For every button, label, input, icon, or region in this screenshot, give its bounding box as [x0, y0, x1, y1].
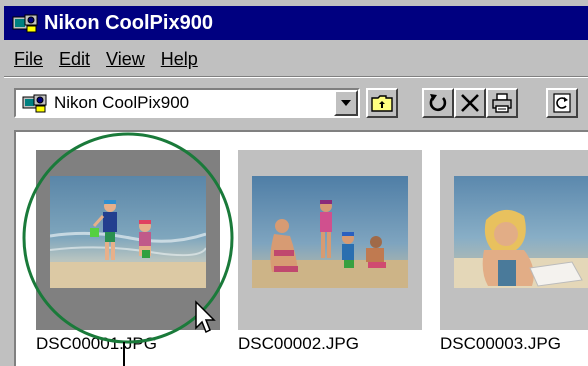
menu-view[interactable]: View [106, 49, 145, 70]
menu-bar: File Edit View Help [4, 42, 588, 77]
photo-thumbnail-beach-children [50, 176, 206, 288]
location-dropdown[interactable]: Nikon CoolPix900 [14, 88, 360, 118]
menu-file-label: File [14, 48, 44, 69]
menu-edit[interactable]: Edit [59, 49, 90, 70]
thumbnail-filename: DSC00002.JPG [238, 334, 359, 353]
title-bar[interactable]: Nikon CoolPix900 [4, 6, 588, 40]
camera-app-icon [12, 14, 38, 33]
menu-help[interactable]: Help [161, 49, 198, 70]
chevron-down-icon [341, 100, 351, 106]
location-value: Nikon CoolPix900 [54, 93, 190, 112]
app-window: Nikon CoolPix900 File Edit View Help Nik… [0, 0, 588, 366]
delete-button[interactable] [454, 88, 486, 118]
thumbnail-item[interactable] [238, 150, 422, 330]
camera-drive-icon [22, 94, 47, 113]
up-folder-button[interactable] [366, 88, 398, 118]
undo-icon [429, 94, 447, 112]
photo-thumbnail-girl-reading [454, 176, 588, 288]
thumbnail-filename: DSC00001.JPG [36, 334, 157, 353]
menu-help-label: Help [160, 48, 198, 69]
print-button[interactable] [486, 88, 518, 118]
window-title: Nikon CoolPix900 [44, 11, 213, 34]
refresh-icon [553, 93, 571, 113]
photo-thumbnail-family-beach [252, 176, 408, 288]
menu-file[interactable]: File [14, 49, 43, 70]
undo-button[interactable] [422, 88, 454, 118]
menu-edit-label: Edit [59, 48, 91, 69]
toolbar: Nikon CoolPix900 [4, 80, 588, 124]
thumbnail-view[interactable]: DSC00001.JPG DSC00002.JPG DSC00003.JPG [14, 130, 588, 366]
menu-view-label: View [106, 48, 145, 69]
refresh-button[interactable] [546, 88, 578, 118]
up-folder-icon [371, 95, 393, 112]
thumbnail-item[interactable] [36, 150, 220, 330]
print-icon [492, 93, 512, 113]
delete-icon [461, 94, 479, 112]
thumbnail-item[interactable] [440, 150, 588, 330]
dropdown-arrow-button[interactable] [334, 90, 358, 116]
thumbnail-filename: DSC00003.JPG [440, 334, 561, 353]
